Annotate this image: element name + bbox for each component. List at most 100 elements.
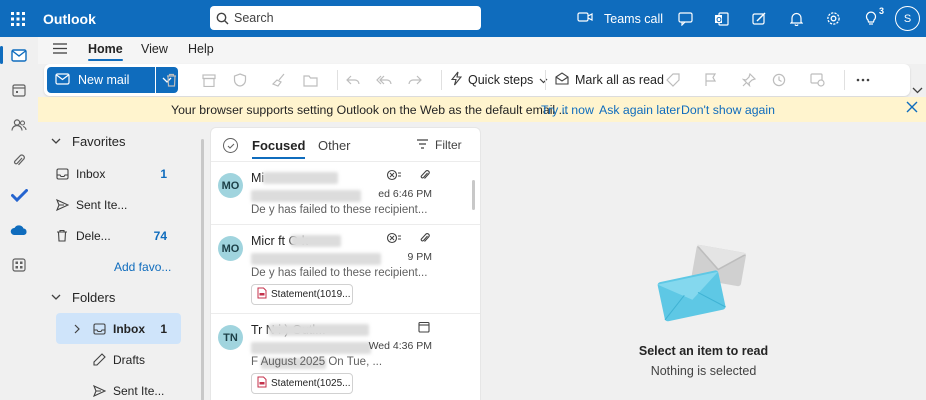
ribbon-divider: [441, 70, 442, 90]
chat-icon[interactable]: [670, 0, 700, 37]
filter-button[interactable]: Filter: [416, 138, 462, 152]
more-options-icon[interactable]: [856, 64, 870, 96]
tab-focused[interactable]: Focused: [252, 138, 306, 159]
favorites-header[interactable]: Favorites: [51, 134, 125, 149]
mark-all-read-button[interactable]: Mark all as read: [555, 64, 664, 96]
favorite-inbox[interactable]: Inbox 1: [56, 158, 181, 189]
avatar: TN: [218, 325, 243, 350]
tag-icon[interactable]: [666, 64, 680, 96]
check-icon: [227, 143, 235, 149]
teams-call-button[interactable]: Teams call: [577, 0, 663, 37]
dont-show-again-link[interactable]: Don't show again: [681, 103, 775, 117]
message-preview: F August 2025 On Tue, ...: [251, 356, 383, 368]
folder-label: Inbox: [76, 166, 106, 181]
tips-icon[interactable]: 3: [856, 0, 886, 37]
forward-icon[interactable]: [408, 64, 422, 96]
reading-pane-subtitle: Nothing is selected: [650, 364, 757, 378]
filter-icon: [416, 138, 429, 152]
quick-steps-button[interactable]: Quick steps: [450, 64, 548, 96]
tab-help[interactable]: Help: [188, 42, 214, 56]
received-time: ed 6:46 PM: [378, 188, 432, 200]
message-list-scrollbar[interactable]: [472, 180, 475, 210]
todo-icon[interactable]: [0, 180, 38, 210]
mark-all-read-label: Mark all as read: [575, 73, 664, 87]
app-launcher-icon[interactable]: [0, 0, 36, 37]
attachment-name: Statement(1019...: [271, 289, 351, 300]
report-icon[interactable]: [233, 64, 247, 96]
recall-icon[interactable]: [386, 232, 402, 247]
sweep-icon[interactable]: [272, 64, 286, 96]
redacted-text: [269, 324, 369, 336]
envelope-open-icon: [555, 72, 569, 88]
people-icon[interactable]: [0, 110, 38, 140]
filter-label: Filter: [435, 138, 462, 152]
chevron-right-icon: [74, 324, 80, 333]
folder-pane-scrollbar[interactable]: [201, 139, 204, 400]
attachment-icon: [420, 169, 430, 184]
received-time: 9 PM: [407, 251, 432, 263]
reply-all-icon[interactable]: [376, 64, 392, 96]
pin-icon[interactable]: [742, 64, 756, 96]
new-mail-button[interactable]: New mail: [47, 67, 155, 93]
app-title[interactable]: Outlook: [43, 11, 96, 27]
move-to-icon[interactable]: [303, 64, 319, 96]
item-count: 74: [153, 228, 167, 243]
feedback-icon[interactable]: [744, 0, 774, 37]
office-icon[interactable]: O: [706, 0, 736, 37]
folder-sent-items[interactable]: Sent Ite...: [56, 375, 181, 400]
message-preview: De y has failed to these recipient...: [251, 267, 428, 279]
flag-icon[interactable]: [704, 64, 716, 96]
hamburger-menu-icon[interactable]: [52, 42, 68, 58]
tab-view[interactable]: View: [141, 42, 168, 56]
list-item[interactable]: MO Mi ed 6:46 PM De y has failed to thes…: [211, 163, 480, 225]
gear-icon[interactable]: [818, 0, 848, 37]
folders-header[interactable]: Folders: [51, 290, 115, 305]
onedrive-icon[interactable]: [0, 215, 38, 245]
message-list-header: Focused Other Filter: [211, 128, 480, 162]
add-favorite-link[interactable]: Add favo...: [56, 251, 181, 282]
message-actions: [418, 321, 430, 336]
attachment-icon[interactable]: [0, 145, 38, 175]
send-icon: [93, 384, 113, 397]
reply-icon[interactable]: [346, 64, 360, 96]
rules-icon[interactable]: [810, 64, 825, 96]
more-apps-icon[interactable]: [0, 250, 38, 280]
favorite-deleted-items[interactable]: Dele... 74: [56, 220, 181, 251]
ribbon-collapse-icon[interactable]: [912, 82, 923, 97]
recall-icon[interactable]: [386, 169, 402, 184]
chevron-down-icon[interactable]: [539, 73, 548, 87]
tab-home[interactable]: Home: [88, 42, 123, 61]
notification-badge: 3: [878, 6, 884, 16]
list-item[interactable]: MO Micr ft O k 9 PM De y has failed to t…: [211, 226, 480, 314]
tab-other[interactable]: Other: [318, 138, 351, 153]
list-item[interactable]: TN Tr N i ) Outl... Wed 4:36 PM F August…: [211, 315, 480, 400]
select-all-checkbox[interactable]: [223, 138, 238, 153]
attachment-chip[interactable]: Statement(1025...: [251, 373, 353, 394]
new-mail-label: New mail: [78, 73, 130, 87]
archive-icon[interactable]: [202, 64, 216, 96]
redacted-text: [251, 342, 371, 354]
ask-again-later-link[interactable]: Ask again later: [599, 103, 680, 117]
try-it-now-link[interactable]: Try it now: [541, 103, 594, 117]
delete-icon[interactable]: [165, 64, 178, 96]
calendar-icon[interactable]: [0, 75, 38, 105]
search-input[interactable]: Search: [210, 6, 481, 30]
account-avatar[interactable]: S: [895, 6, 920, 31]
attachment-name: Statement(1025...: [271, 378, 351, 389]
chevron-down-icon: [51, 138, 61, 144]
ribbon-divider: [337, 70, 338, 90]
bell-icon[interactable]: [781, 0, 811, 37]
folder-inbox[interactable]: Inbox 1: [56, 313, 181, 344]
mail-icon[interactable]: [0, 40, 38, 70]
video-camera-icon: [577, 11, 593, 26]
new-mail-icon: [55, 72, 70, 88]
trash-icon: [56, 229, 76, 242]
message-actions: [386, 169, 430, 184]
folder-label: Dele...: [76, 228, 111, 243]
folder-drafts[interactable]: Drafts: [56, 344, 181, 375]
snooze-icon[interactable]: [772, 64, 786, 96]
attachment-chip[interactable]: Statement(1019...: [251, 284, 353, 305]
close-icon[interactable]: [906, 101, 918, 116]
favorite-sent-items[interactable]: Sent Ite...: [56, 189, 181, 220]
reading-pane: Select an item to read Nothing is select…: [481, 122, 926, 400]
